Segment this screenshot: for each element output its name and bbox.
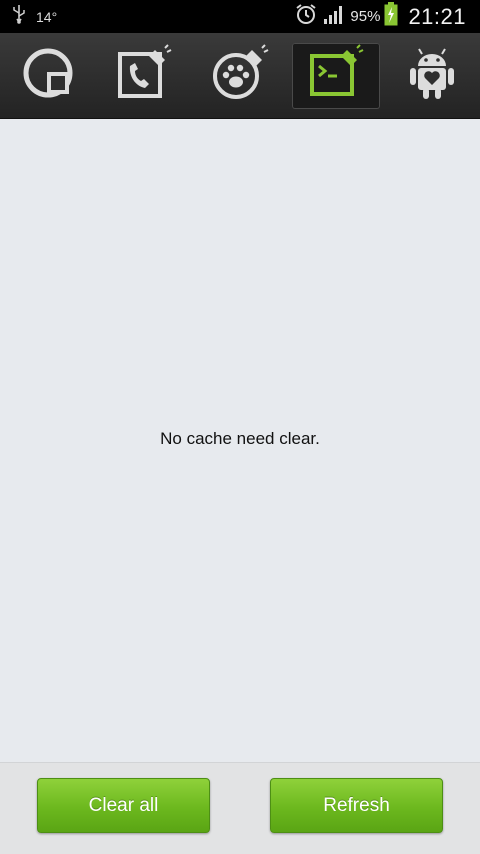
battery-percent: 95%: [350, 8, 381, 25]
signal-icon: [322, 3, 346, 30]
clock-time: 21:21: [408, 3, 466, 29]
tab-overview[interactable]: [4, 43, 92, 109]
usb-icon: [12, 4, 26, 29]
battery-charging-icon: [384, 2, 398, 31]
tab-app-manager[interactable]: [388, 43, 476, 109]
terminal-cache-clean-icon: [307, 44, 365, 107]
android-heart-icon: [408, 44, 456, 107]
tab-browser-clean[interactable]: [196, 43, 284, 109]
bottom-action-bar: Clear all Refresh: [0, 762, 480, 854]
refresh-button[interactable]: Refresh: [270, 778, 443, 833]
pie-chart-icon: [21, 46, 75, 105]
cache-list-area: No cache need clear.: [0, 120, 480, 762]
status-bar: 14° 95% 21:21: [0, 0, 480, 33]
clear-all-button[interactable]: Clear all: [37, 778, 210, 833]
tab-bar: [0, 33, 480, 119]
call-log-clean-icon: [115, 44, 173, 107]
browser-paw-clean-icon: [211, 44, 269, 107]
alarm-icon: [294, 3, 318, 30]
empty-state-message: No cache need clear.: [160, 429, 320, 448]
tab-call-log-clean[interactable]: [100, 43, 188, 109]
tab-cache-clean[interactable]: [292, 42, 380, 109]
temperature-text: 14°: [36, 8, 58, 25]
